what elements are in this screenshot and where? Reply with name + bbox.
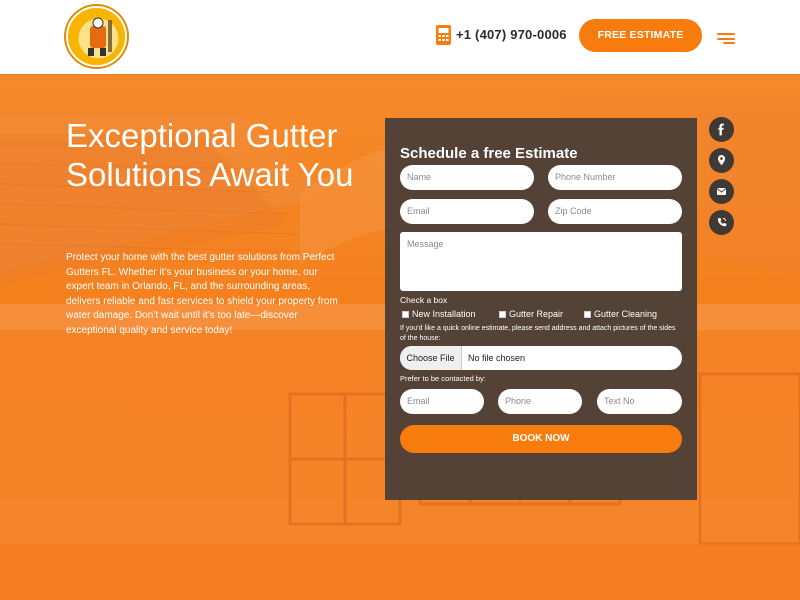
checkbox-new-installation[interactable]: New Installation: [402, 309, 476, 319]
checkbox-label: Gutter Repair: [509, 309, 564, 319]
phone-link[interactable]: +1 (407) 970-0006: [456, 27, 567, 42]
upload-note: If you’d like a quick online estimate, p…: [400, 325, 676, 342]
hero-description: Protect your home with the best gutter s…: [66, 252, 338, 336]
checkbox-icon[interactable]: [499, 310, 506, 318]
estimate-form: Schedule a free Estimate Name Phone Numb…: [385, 118, 697, 500]
checkbox-icon[interactable]: [402, 310, 409, 318]
file-upload-input[interactable]: Choose File No file chosen: [400, 346, 682, 370]
mail-icon[interactable]: [709, 179, 734, 204]
contact-phone-field[interactable]: Phone: [498, 389, 582, 414]
choose-file-button[interactable]: Choose File: [400, 346, 462, 370]
checkbox-icon[interactable]: [584, 310, 591, 318]
checkbox-gutter-cleaning[interactable]: Gutter Cleaning: [584, 309, 657, 319]
site-header: +1 (407) 970-0006 FREE ESTIMATE: [0, 0, 800, 74]
facebook-icon[interactable]: [709, 117, 734, 142]
form-title: Schedule a free Estimate: [400, 145, 578, 162]
name-field[interactable]: Name: [400, 165, 534, 190]
hero-title: Exceptional Gutter Solutions Await You: [66, 117, 354, 193]
email-field[interactable]: Email: [400, 199, 534, 224]
menu-icon[interactable]: [717, 33, 735, 44]
phone-call-icon[interactable]: [709, 210, 734, 235]
message-field[interactable]: Message: [400, 232, 682, 291]
checkbox-group-label: Check a box: [400, 295, 448, 305]
phone-icon: [436, 25, 451, 45]
zip-code-field[interactable]: Zip Code: [548, 199, 682, 224]
file-status: No file chosen: [468, 353, 526, 363]
contact-preference-label: Prefer to be contacted by:: [400, 374, 486, 383]
map-pin-icon[interactable]: [709, 148, 734, 173]
contact-text-field[interactable]: Text No: [597, 389, 682, 414]
free-estimate-button[interactable]: FREE ESTIMATE: [579, 19, 702, 52]
contact-email-field[interactable]: Email: [400, 389, 484, 414]
logo-icon: [69, 9, 125, 65]
checkbox-label: New Installation: [412, 309, 476, 319]
checkbox-gutter-repair[interactable]: Gutter Repair: [499, 309, 563, 319]
logo[interactable]: [66, 6, 127, 67]
checkbox-label: Gutter Cleaning: [594, 309, 658, 319]
book-now-button[interactable]: BOOK NOW: [400, 425, 682, 453]
phone-number-field[interactable]: Phone Number: [548, 165, 682, 190]
